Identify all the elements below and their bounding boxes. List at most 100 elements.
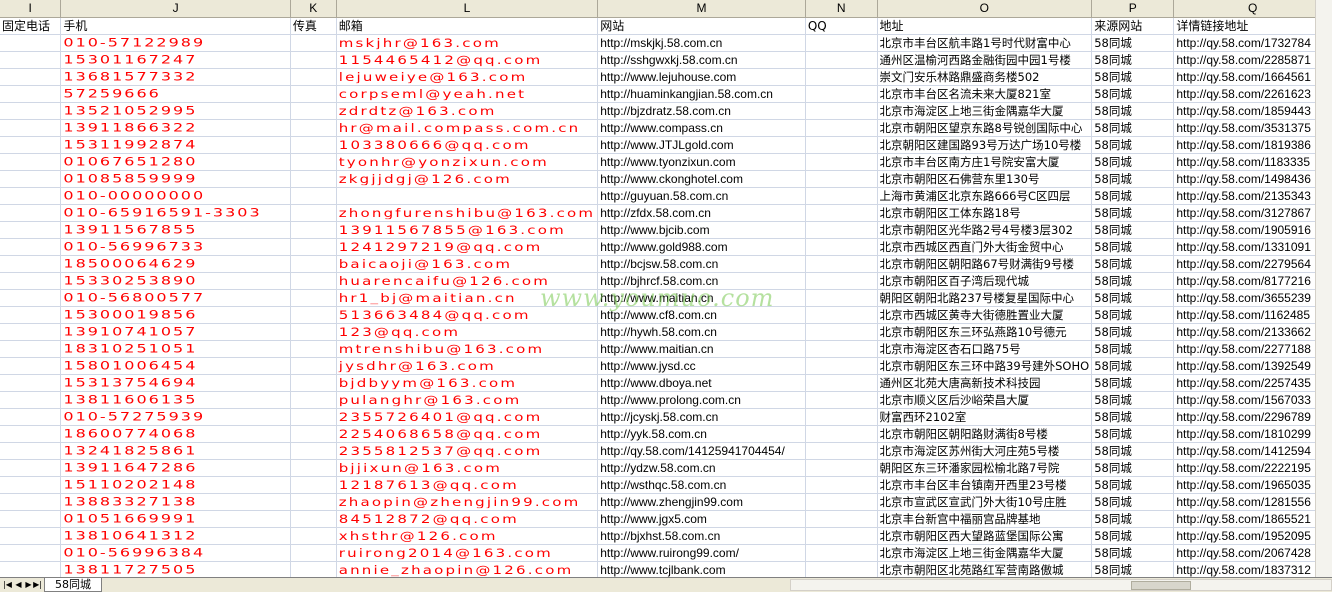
cell-i[interactable] <box>0 170 62 188</box>
cell-p[interactable]: 58同城 <box>1091 85 1175 103</box>
cell-q[interactable]: http://qy.58.com/2279564 <box>1173 255 1332 273</box>
cell-j[interactable]: 010-56800577 <box>60 291 291 304</box>
cell-m[interactable]: http://www.dboya.net <box>597 374 806 392</box>
cell-p[interactable]: 58同城 <box>1091 374 1175 392</box>
cell-o[interactable]: 北京市西城区西直门外大街金贸中心 <box>877 238 1093 256</box>
cell-o[interactable]: 北京市海淀区苏州街大河庄苑5号楼 <box>877 442 1093 460</box>
cell-l[interactable]: 1241297219@qq.com <box>336 239 599 254</box>
cell-l[interactable] <box>336 188 599 203</box>
cell-o[interactable]: 财富西环2102室 <box>877 408 1093 426</box>
header-cell-l[interactable]: 邮箱 <box>336 17 599 35</box>
cell-k[interactable] <box>290 408 337 426</box>
column-letter-l[interactable]: L <box>336 0 599 18</box>
cell-m[interactable]: http://jcyskj.58.com.cn <box>597 408 806 426</box>
cell-m[interactable]: http://www.tyonzixun.com <box>597 153 806 171</box>
cell-k[interactable] <box>290 187 337 205</box>
cell-m[interactable]: http://www.ckonghotel.com <box>597 170 806 188</box>
cell-l[interactable]: huarencaifu@126.com <box>336 273 599 288</box>
cell-m[interactable]: http://www.ruirong99.com/ <box>597 544 806 562</box>
cell-i[interactable] <box>0 544 62 562</box>
cell-j[interactable]: 13911647286 <box>60 461 291 474</box>
cell-o[interactable]: 北京市朝阳区东三环弘燕路10号德元 <box>877 323 1093 341</box>
cell-m[interactable]: http://www.gold988.com <box>597 238 806 256</box>
cell-n[interactable] <box>805 340 878 358</box>
cell-j[interactable]: 15311992874 <box>60 138 291 151</box>
cell-m[interactable]: http://www.maitian.cn <box>597 289 806 307</box>
cell-j[interactable]: 010-57275939 <box>60 410 291 423</box>
cell-q[interactable]: http://qy.58.com/2222195 <box>1173 459 1332 477</box>
cell-q[interactable]: http://qy.58.com/1392549 <box>1173 357 1332 375</box>
cell-l[interactable]: 123@qq.com <box>336 324 599 339</box>
cell-m[interactable]: http://www.compass.cn <box>597 119 806 137</box>
cell-q[interactable]: http://qy.58.com/1952095 <box>1173 527 1332 545</box>
cell-m[interactable]: http://www.jysd.cc <box>597 357 806 375</box>
cell-q[interactable]: http://qy.58.com/1281556 <box>1173 493 1332 511</box>
cell-k[interactable] <box>290 357 337 375</box>
cell-q[interactable]: http://qy.58.com/3127867 <box>1173 204 1332 222</box>
header-cell-p[interactable]: 来源网站 <box>1091 17 1175 35</box>
cell-o[interactable]: 北京市宣武区宣武门外大街10号庄胜 <box>877 493 1093 511</box>
cell-i[interactable] <box>0 102 62 120</box>
cell-m[interactable]: http://qy.58.com/14125941704454/ <box>597 442 806 460</box>
cell-k[interactable] <box>290 493 337 511</box>
cell-l[interactable]: hr@mail.compass.com.cn <box>336 120 599 135</box>
horizontal-scroll-thumb[interactable] <box>1131 581 1191 590</box>
cell-i[interactable] <box>0 561 62 577</box>
cell-n[interactable] <box>805 493 878 511</box>
cell-n[interactable] <box>805 85 878 103</box>
cell-k[interactable] <box>290 102 337 120</box>
cell-k[interactable] <box>290 340 337 358</box>
cell-i[interactable] <box>0 119 62 137</box>
cell-q[interactable]: http://qy.58.com/1810299 <box>1173 425 1332 443</box>
header-cell-q[interactable]: 详情链接地址 <box>1173 17 1332 35</box>
column-letter-p[interactable]: P <box>1091 0 1175 18</box>
cell-l[interactable]: corpseml@yeah.net <box>336 86 599 101</box>
cell-k[interactable] <box>290 476 337 494</box>
cell-j[interactable]: 15801006454 <box>60 359 291 372</box>
cell-p[interactable]: 58同城 <box>1091 272 1175 290</box>
cell-o[interactable]: 上海市黄浦区北京东路666号C区四层 <box>877 187 1093 205</box>
cell-m[interactable]: http://www.lejuhouse.com <box>597 68 806 86</box>
cell-q[interactable]: http://qy.58.com/2067428 <box>1173 544 1332 562</box>
cell-k[interactable] <box>290 323 337 341</box>
column-letter-k[interactable]: K <box>290 0 337 18</box>
cell-q[interactable]: http://qy.58.com/2285871 <box>1173 51 1332 69</box>
cell-j[interactable]: 13811606135 <box>60 393 291 406</box>
cell-p[interactable]: 58同城 <box>1091 102 1175 120</box>
cell-q[interactable]: http://qy.58.com/2277188 <box>1173 340 1332 358</box>
cell-j[interactable]: 010-57122989 <box>60 36 291 49</box>
cell-o[interactable]: 北京市朝阳区望京东路8号锐创国际中心 <box>877 119 1093 137</box>
cell-p[interactable]: 58同城 <box>1091 476 1175 494</box>
vertical-scrollbar[interactable] <box>1315 0 1332 577</box>
cell-l[interactable]: zkgjjdgj@126.com <box>336 171 599 186</box>
cell-m[interactable]: http://mskjkj.58.com.cn <box>597 34 806 52</box>
cell-j[interactable]: 13811727505 <box>60 563 291 576</box>
column-letter-i[interactable]: I <box>0 0 62 18</box>
cell-q[interactable]: http://qy.58.com/2133662 <box>1173 323 1332 341</box>
cell-k[interactable] <box>290 255 337 273</box>
cell-l[interactable]: bjdbyym@163.com <box>336 375 599 390</box>
cell-p[interactable]: 58同城 <box>1091 459 1175 477</box>
cell-n[interactable] <box>805 221 878 239</box>
cell-m[interactable]: http://www.JTJLgold.com <box>597 136 806 154</box>
cell-k[interactable] <box>290 238 337 256</box>
cell-i[interactable] <box>0 221 62 239</box>
cell-i[interactable] <box>0 289 62 307</box>
cell-m[interactable]: http://hywh.58.com.cn <box>597 323 806 341</box>
cell-k[interactable] <box>290 221 337 239</box>
cell-j[interactable]: 15110202148 <box>60 478 291 491</box>
cell-q[interactable]: http://qy.58.com/8177216 <box>1173 272 1332 290</box>
cell-j[interactable]: 010-00000000 <box>60 189 291 202</box>
cell-k[interactable] <box>290 510 337 528</box>
cell-n[interactable] <box>805 561 878 577</box>
cell-p[interactable]: 58同城 <box>1091 170 1175 188</box>
cell-q[interactable]: http://qy.58.com/1183335 <box>1173 153 1332 171</box>
cell-o[interactable]: 北京丰台新宫中福丽宫品牌基地 <box>877 510 1093 528</box>
cell-m[interactable]: http://www.tcjlbank.com <box>597 561 806 577</box>
cell-q[interactable]: http://qy.58.com/1664561 <box>1173 68 1332 86</box>
cell-m[interactable]: http://bjzdratz.58.com.cn <box>597 102 806 120</box>
cell-p[interactable]: 58同城 <box>1091 510 1175 528</box>
cell-l[interactable]: 2254068658@qq.com <box>336 426 599 441</box>
cell-q[interactable]: http://qy.58.com/3531375 <box>1173 119 1332 137</box>
cell-i[interactable] <box>0 357 62 375</box>
